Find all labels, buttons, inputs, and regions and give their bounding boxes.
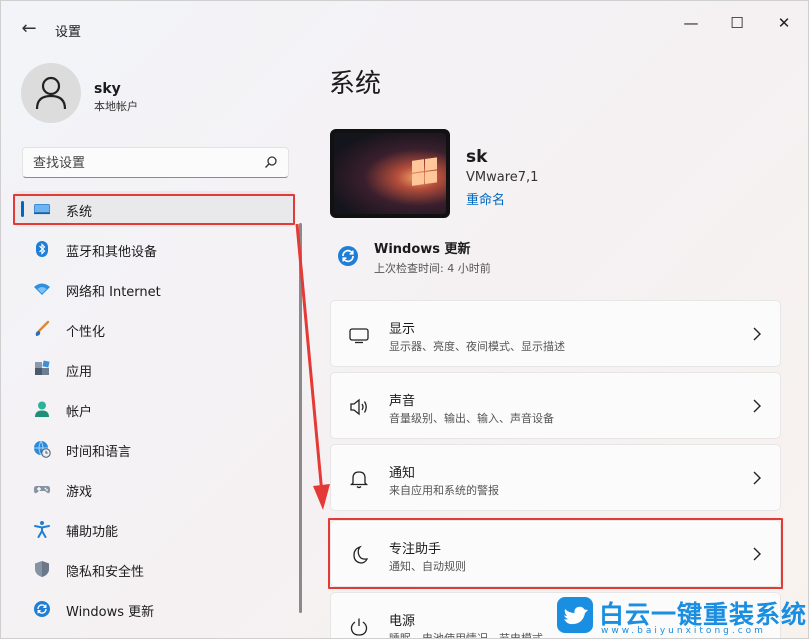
sidebar-item-network[interactable]: 网络和 Internet bbox=[15, 271, 294, 307]
windows-update-icon[interactable] bbox=[337, 245, 359, 267]
sidebar-item-label: 网络和 Internet bbox=[66, 285, 161, 300]
sidebar-item-label: 应用 bbox=[66, 365, 93, 380]
sidebar-item-gaming[interactable]: 游戏 bbox=[15, 471, 294, 507]
page-title: 系统 bbox=[329, 69, 382, 99]
sidebar-item-label: 辅助功能 bbox=[66, 525, 119, 540]
sidebar-item-label: 时间和语言 bbox=[66, 445, 132, 460]
brush-icon bbox=[35, 320, 50, 336]
highlight-box-system bbox=[13, 194, 295, 225]
power-icon bbox=[350, 618, 368, 636]
sidebar-item-apps[interactable]: 应用 bbox=[15, 351, 294, 387]
gamepad-icon bbox=[33, 486, 51, 494]
watermark: 白云一键重装系统 www.baiyunxitong.com bbox=[557, 595, 808, 638]
card-title: 声音 bbox=[389, 394, 416, 409]
device-name: sk bbox=[466, 147, 488, 167]
sidebar-item-accounts[interactable]: 帐户 bbox=[15, 391, 294, 427]
sidebar-item-windows-update[interactable]: Windows 更新 bbox=[15, 591, 294, 627]
settings-window: ← 设置 — ☐ ✕ sky 本地帐户 查找设置 系统 蓝牙和其他设备 网络和 … bbox=[0, 0, 809, 639]
wifi-icon bbox=[34, 283, 50, 295]
chevron-right-icon bbox=[753, 471, 761, 485]
highlight-box-focus-assist bbox=[328, 518, 783, 589]
person-avatar-icon bbox=[35, 76, 67, 110]
sidebar-item-bluetooth[interactable]: 蓝牙和其他设备 bbox=[15, 231, 294, 267]
back-button[interactable]: ← bbox=[15, 15, 43, 43]
display-icon bbox=[349, 328, 369, 344]
apps-icon bbox=[35, 360, 50, 375]
globe-clock-icon bbox=[34, 440, 51, 458]
minimize-button[interactable]: — bbox=[668, 9, 714, 37]
card-subtitle: 音量级别、输出、输入、声音设备 bbox=[389, 412, 554, 425]
search-input[interactable] bbox=[33, 154, 253, 172]
card-notifications[interactable]: 通知 来自应用和系统的警报 bbox=[330, 444, 781, 511]
watermark-url: www.baiyunxitong.com bbox=[601, 626, 766, 636]
avatar[interactable] bbox=[21, 63, 81, 123]
windows-update-title[interactable]: Windows 更新 bbox=[374, 238, 471, 257]
sidebar-item-label: 帐户 bbox=[66, 405, 93, 420]
update-icon bbox=[34, 601, 50, 617]
card-subtitle: 来自应用和系统的警报 bbox=[389, 484, 499, 497]
chevron-right-icon bbox=[753, 327, 761, 341]
annotation-arrow bbox=[295, 223, 330, 510]
speaker-icon bbox=[350, 398, 367, 416]
search-box[interactable] bbox=[22, 147, 289, 178]
sidebar-item-label: 游戏 bbox=[66, 485, 93, 500]
bell-icon bbox=[349, 471, 369, 489]
desktop-wallpaper bbox=[334, 133, 446, 214]
title-bar: ← 设置 — ☐ ✕ bbox=[1, 1, 808, 45]
card-subtitle: 睡眠、电池使用情况、节电模式 bbox=[389, 632, 543, 639]
profile-name: sky bbox=[94, 81, 121, 97]
card-display[interactable]: 显示 显示器、亮度、夜间模式、显示描述 bbox=[330, 300, 781, 367]
card-subtitle: 显示器、亮度、夜间模式、显示描述 bbox=[389, 340, 565, 353]
card-title: 电源 bbox=[389, 614, 416, 629]
sidebar-item-label: 隐私和安全性 bbox=[66, 565, 145, 580]
maximize-button[interactable]: ☐ bbox=[714, 9, 760, 37]
sidebar-item-label: 蓝牙和其他设备 bbox=[66, 245, 158, 260]
bluetooth-icon bbox=[36, 241, 48, 257]
profile-account-type: 本地帐户 bbox=[94, 100, 138, 113]
device-model: VMware7,1 bbox=[466, 170, 539, 185]
shield-icon bbox=[35, 561, 49, 577]
sidebar-item-personalization[interactable]: 个性化 bbox=[15, 311, 294, 347]
person-icon bbox=[35, 401, 49, 417]
card-title: 通知 bbox=[389, 466, 416, 481]
card-sound[interactable]: 声音 音量级别、输出、输入、声音设备 bbox=[330, 372, 781, 439]
card-title: 显示 bbox=[389, 322, 416, 337]
windows-update-last-check: 上次检查时间: 4 小时前 bbox=[374, 262, 491, 275]
windows-logo-icon bbox=[412, 157, 438, 187]
sidebar-item-label: Windows 更新 bbox=[66, 605, 155, 620]
sidebar-item-privacy[interactable]: 隐私和安全性 bbox=[15, 551, 294, 587]
search-icon[interactable] bbox=[264, 155, 278, 169]
sidebar-item-accessibility[interactable]: 辅助功能 bbox=[15, 511, 294, 547]
rename-link[interactable]: 重命名 bbox=[466, 189, 505, 208]
sidebar-item-label: 个性化 bbox=[66, 325, 106, 340]
app-title: 设置 bbox=[55, 25, 82, 40]
close-button[interactable]: ✕ bbox=[761, 9, 807, 37]
sidebar-item-time-language[interactable]: 时间和语言 bbox=[15, 431, 294, 467]
chevron-right-icon bbox=[753, 399, 761, 413]
bird-logo-icon bbox=[557, 597, 593, 633]
device-thumbnail bbox=[330, 129, 450, 218]
accessibility-icon bbox=[34, 521, 50, 538]
